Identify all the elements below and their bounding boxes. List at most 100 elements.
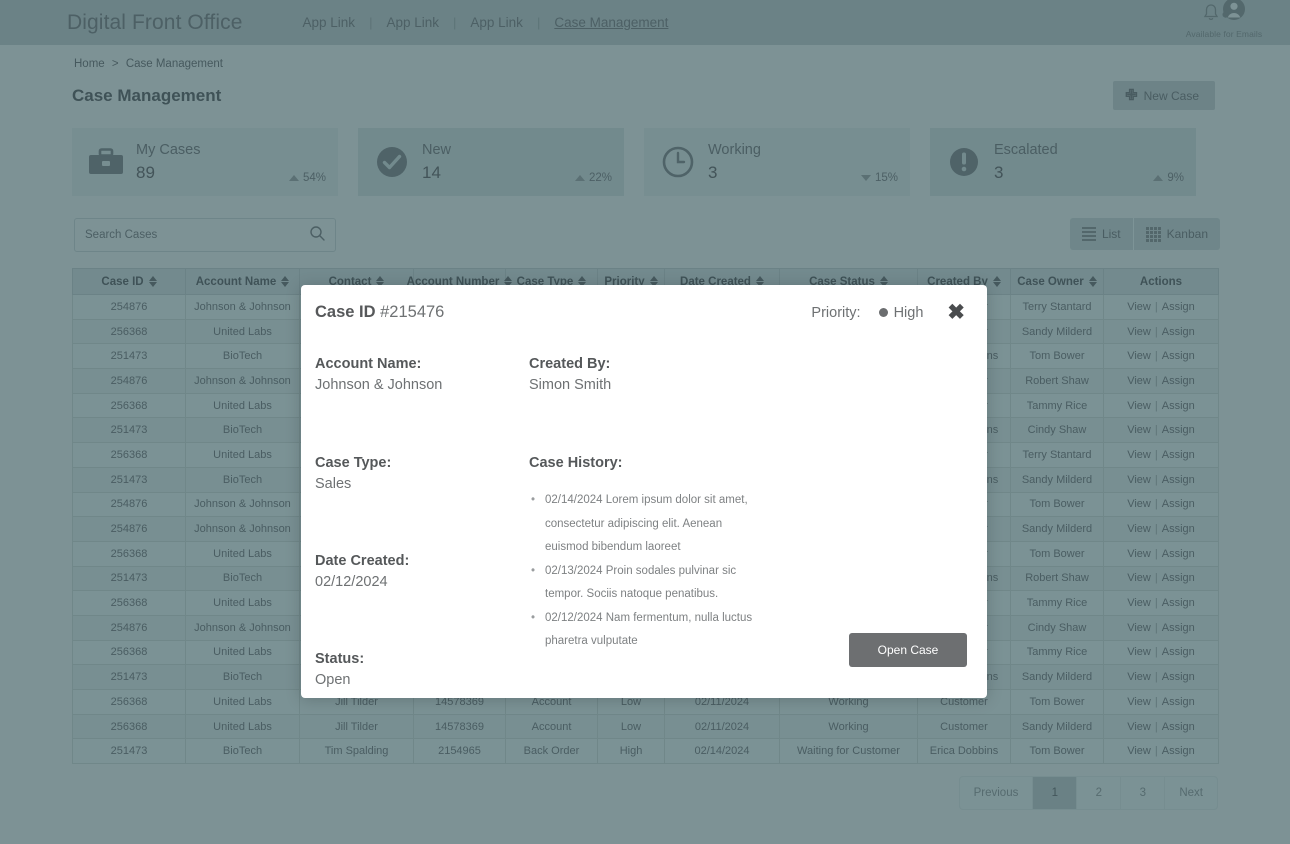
avatar-icon[interactable]: [1221, 0, 1247, 28]
search-input[interactable]: [85, 229, 309, 241]
view-link[interactable]: View: [1127, 400, 1151, 412]
cell-account-name: United Labs: [186, 714, 300, 739]
assign-link[interactable]: Assign: [1162, 597, 1195, 609]
page-title: Case Management: [72, 86, 221, 106]
view-link[interactable]: View: [1127, 622, 1151, 634]
sort-arrows-icon[interactable]: [149, 276, 157, 287]
nav-link-app-3[interactable]: App Link: [456, 15, 537, 30]
table-header-case-id[interactable]: Case ID: [73, 269, 186, 295]
assign-link[interactable]: Assign: [1162, 375, 1195, 387]
pagination-page-2[interactable]: 2: [1077, 777, 1121, 809]
cell-actions: View | Assign: [1104, 541, 1219, 566]
cell-case-owner: Tammy Rice: [1011, 393, 1104, 418]
assign-link[interactable]: Assign: [1162, 350, 1195, 362]
breadcrumb-home[interactable]: Home: [74, 58, 105, 70]
table-header-account-name[interactable]: Account Name: [186, 269, 300, 295]
assign-link[interactable]: Assign: [1162, 622, 1195, 634]
view-link[interactable]: View: [1127, 326, 1151, 338]
cell-case-id: 251473: [73, 467, 186, 492]
view-toggle-kanban[interactable]: Kanban: [1133, 218, 1220, 250]
table-header-case-owner[interactable]: Case Owner: [1011, 269, 1104, 295]
assign-link[interactable]: Assign: [1162, 696, 1195, 708]
view-link[interactable]: View: [1127, 301, 1151, 313]
assign-link[interactable]: Assign: [1162, 326, 1195, 338]
stat-card-escalated[interactable]: Escalated 3 9%: [930, 128, 1196, 196]
action-separator: |: [1155, 548, 1158, 560]
cell-actions: View|Assign: [1104, 295, 1219, 320]
bell-icon[interactable]: [1202, 3, 1220, 28]
modal-case-history-label: Case History:: [529, 453, 973, 473]
stat-card-trend: 22%: [575, 172, 612, 184]
nav-link-case-management[interactable]: Case Management: [540, 15, 682, 30]
user-availability-box[interactable]: Available for Emails: [1170, 2, 1278, 39]
cell-case-owner: Tammy Rice: [1011, 640, 1104, 665]
open-case-button[interactable]: Open Case: [849, 633, 967, 667]
view-link[interactable]: View: [1127, 745, 1151, 757]
sort-arrows-icon[interactable]: [281, 276, 289, 287]
stat-card-label: New: [422, 139, 451, 161]
stat-card-trend: 15%: [861, 172, 898, 184]
pagination-page-3[interactable]: 3: [1121, 777, 1165, 809]
pagination-previous[interactable]: Previous: [960, 777, 1034, 809]
pagination-page-1[interactable]: 1: [1033, 777, 1077, 809]
view-link[interactable]: View: [1127, 548, 1151, 560]
action-separator: |: [1155, 498, 1158, 510]
view-link[interactable]: View: [1127, 498, 1151, 510]
assign-link[interactable]: Assign: [1162, 449, 1195, 461]
assign-link[interactable]: Assign: [1162, 548, 1195, 560]
stat-card-working[interactable]: Working 3 15%: [644, 128, 910, 196]
view-link[interactable]: View: [1127, 424, 1151, 436]
assign-link[interactable]: Assign: [1162, 301, 1195, 313]
assign-link[interactable]: Assign: [1162, 474, 1195, 486]
view-link[interactable]: View: [1127, 474, 1151, 486]
view-link[interactable]: View: [1127, 523, 1151, 535]
view-link[interactable]: View: [1127, 449, 1151, 461]
assign-link[interactable]: Assign: [1162, 424, 1195, 436]
table-row[interactable]: 256368United LabsJill Tilder14578369Acco…: [73, 714, 1219, 739]
assign-link[interactable]: Assign: [1162, 498, 1195, 510]
modal-status-label: Status:: [315, 649, 529, 669]
view-toggle-list[interactable]: List: [1070, 218, 1133, 250]
nav-link-app-2[interactable]: App Link: [372, 15, 453, 30]
nav-link-app-1[interactable]: App Link: [289, 15, 370, 30]
assign-link[interactable]: Assign: [1162, 745, 1195, 757]
new-case-button[interactable]: ✙ New Case: [1113, 81, 1215, 110]
modal-field-case-history: Case History: 02/14/2024 Lorem ipsum dol…: [529, 453, 973, 654]
view-link[interactable]: View: [1127, 350, 1151, 362]
assign-link[interactable]: Assign: [1162, 721, 1195, 733]
cell-case-owner: Sandy Milderd: [1011, 714, 1104, 739]
search-icon[interactable]: [309, 225, 325, 246]
priority-dot-icon: [879, 308, 888, 317]
modal-date-created-value: 02/12/2024: [315, 571, 529, 593]
assign-link[interactable]: Assign: [1162, 523, 1195, 535]
view-link[interactable]: View: [1127, 375, 1151, 387]
assign-link[interactable]: Assign: [1162, 400, 1195, 412]
cell-case-id: 254876: [73, 517, 186, 542]
view-link[interactable]: View: [1127, 572, 1151, 584]
close-icon[interactable]: ✖: [947, 302, 965, 323]
sort-arrows-icon[interactable]: [1089, 276, 1097, 287]
breadcrumb-current[interactable]: Case Management: [126, 58, 223, 70]
stat-card-my-cases[interactable]: My Cases 89 54%: [72, 128, 338, 196]
action-separator: |: [1155, 646, 1158, 658]
table-row[interactable]: 251473BioTechTim Spalding2154965Back Ord…: [73, 739, 1219, 764]
view-link[interactable]: View: [1127, 721, 1151, 733]
stat-card-trend: 9%: [1153, 172, 1184, 184]
stat-card-new[interactable]: New 14 22%: [358, 128, 624, 196]
view-link[interactable]: View: [1127, 671, 1151, 683]
assign-link[interactable]: Assign: [1162, 572, 1195, 584]
sort-arrows-icon[interactable]: [993, 276, 1001, 287]
view-link[interactable]: View: [1127, 696, 1151, 708]
cell-date-created: 02/11/2024: [665, 714, 780, 739]
assign-link[interactable]: Assign: [1162, 646, 1195, 658]
view-link[interactable]: View: [1127, 597, 1151, 609]
cell-actions: View|Assign: [1104, 690, 1219, 715]
cell-account-name: United Labs: [186, 591, 300, 616]
view-link[interactable]: View: [1127, 646, 1151, 658]
action-separator: |: [1155, 523, 1158, 535]
stat-card-label: Escalated: [994, 139, 1058, 161]
pagination-next[interactable]: Next: [1165, 777, 1217, 809]
action-separator: |: [1155, 449, 1158, 461]
search-box[interactable]: [74, 218, 336, 252]
assign-link[interactable]: Assign: [1162, 671, 1195, 683]
